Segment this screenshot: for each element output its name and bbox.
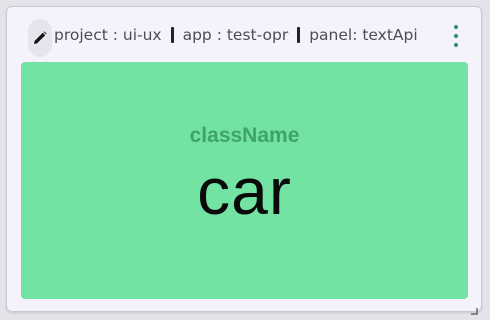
field-value: car: [197, 154, 292, 228]
edit-button[interactable]: [28, 19, 52, 57]
separator: [297, 27, 301, 43]
text-display-area: className car: [21, 62, 468, 299]
more-options-button[interactable]: [449, 23, 463, 49]
panel-title-breadcrumb: project : ui-ux app : test-opr panel: te…: [54, 24, 418, 46]
pencil-icon: [33, 31, 47, 45]
app-segment: app : test-opr: [182, 26, 289, 44]
panel-segment: panel: textApi: [309, 26, 418, 44]
panel-header: project : ui-ux app : test-opr panel: te…: [7, 7, 481, 59]
text-api-panel: project : ui-ux app : test-opr panel: te…: [6, 6, 482, 315]
more-vertical-icon-dot: [454, 34, 458, 38]
field-label: className: [189, 124, 300, 147]
project-segment: project : ui-ux: [54, 26, 162, 44]
more-vertical-icon: [454, 25, 458, 29]
more-vertical-icon-dot: [454, 43, 458, 47]
separator: [170, 27, 174, 43]
resize-corner-icon[interactable]: [470, 300, 478, 315]
